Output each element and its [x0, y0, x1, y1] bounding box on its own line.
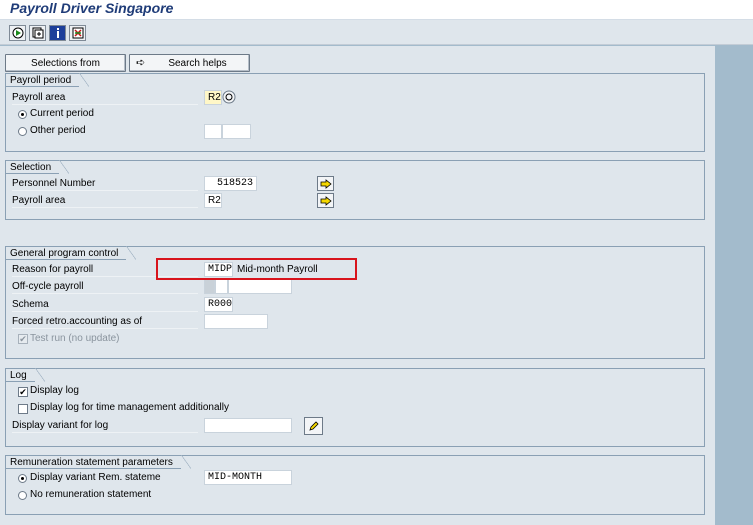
other-period-year-field[interactable] — [222, 124, 251, 139]
search-help-icon[interactable] — [222, 90, 236, 104]
display-variant-log-label: Display variant for log — [12, 418, 198, 433]
selections-from-label: Selections from — [31, 57, 100, 69]
remuneration-group: Remuneration statement parameters — [5, 455, 705, 515]
selection-heading: Selection — [5, 160, 70, 174]
no-remuneration-label: No remuneration statement — [30, 489, 152, 500]
display-log-time-checkbox[interactable] — [18, 404, 28, 414]
personnel-number-label: Personnel Number — [12, 176, 198, 191]
selections-from-button[interactable]: Selections from — [5, 54, 126, 72]
display-variant-rem-field[interactable]: MID-MONTH — [204, 470, 292, 485]
display-log-time-label: Display log for time management addition… — [30, 402, 229, 413]
forced-retro-field[interactable] — [204, 314, 268, 329]
remuneration-heading: Remuneration statement parameters — [5, 455, 191, 469]
selection-screen: Selections from Search helps Payroll per… — [0, 46, 715, 525]
payroll-area-label: Payroll area — [12, 90, 198, 105]
multiple-selection-arrow-icon[interactable] — [317, 176, 334, 191]
current-period-radio[interactable] — [18, 110, 27, 119]
reason-for-payroll-highlight — [156, 258, 357, 280]
multiple-selection-arrow-icon[interactable] — [317, 193, 334, 208]
other-period-field[interactable] — [204, 124, 222, 139]
schema-label: Schema — [12, 297, 198, 312]
selection-payroll-area-field[interactable]: R2 — [204, 193, 222, 208]
schema-field[interactable]: R000 — [204, 297, 233, 312]
no-remuneration-radio[interactable] — [18, 491, 27, 500]
payroll-area-field[interactable]: R2 — [204, 90, 222, 105]
selection-options-icon[interactable] — [69, 25, 86, 41]
payroll-period-group: Payroll period — [5, 73, 705, 152]
offcycle-payroll-field[interactable] — [215, 279, 228, 294]
page-title: Payroll Driver Singapore — [10, 0, 174, 16]
selection-payroll-area-label: Payroll area — [12, 193, 198, 208]
display-log-label: Display log — [30, 385, 79, 396]
test-run-checkbox: ✔ — [18, 334, 28, 344]
display-variant-rem-radio[interactable] — [18, 474, 27, 483]
display-variant-rem-label: Display variant Rem. stateme — [30, 472, 161, 483]
forced-retro-label: Forced retro.accounting as of — [12, 314, 198, 329]
log-heading: Log — [5, 368, 45, 382]
display-log-checkbox[interactable]: ✔ — [18, 387, 28, 397]
offcycle-payroll-label: Off-cycle payroll — [12, 279, 198, 294]
other-period-radio[interactable] — [18, 127, 27, 136]
display-variant-log-field[interactable] — [204, 418, 292, 433]
offcycle-date-field[interactable] — [228, 279, 292, 294]
general-program-control-heading: General program control — [5, 246, 137, 260]
search-helps-button[interactable]: Search helps — [129, 54, 250, 72]
info-icon[interactable] — [49, 25, 66, 41]
search-helps-label: Search helps — [168, 57, 227, 69]
payroll-period-heading: Payroll period — [5, 73, 90, 87]
toolbar — [0, 20, 753, 45]
variant-icon[interactable] — [29, 25, 46, 41]
execute-icon[interactable] — [9, 25, 26, 41]
arrow-right-icon — [136, 56, 145, 69]
pencil-icon[interactable] — [304, 417, 323, 435]
personnel-number-field[interactable]: 518523 — [204, 176, 257, 191]
test-run-label: Test run (no update) — [30, 333, 120, 344]
offcycle-indicator-field — [204, 279, 215, 294]
other-period-label: Other period — [30, 125, 86, 136]
current-period-label: Current period — [30, 108, 94, 119]
right-margin — [715, 46, 753, 525]
title-bar: Payroll Driver Singapore — [0, 0, 753, 20]
